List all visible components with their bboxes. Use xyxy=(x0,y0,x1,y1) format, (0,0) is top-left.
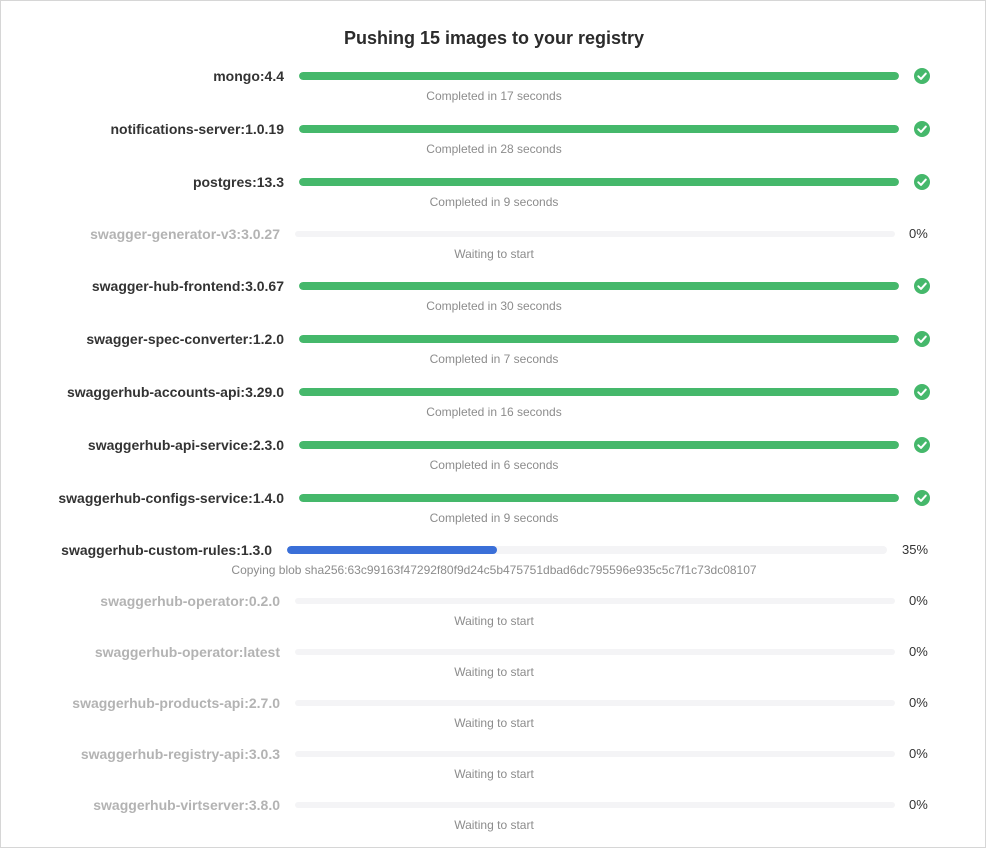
progress-track xyxy=(299,282,899,290)
status-text: Waiting to start xyxy=(454,614,534,628)
progress-track xyxy=(295,649,895,655)
progress-percent: 0% xyxy=(909,644,928,659)
progress-fill xyxy=(299,335,899,343)
image-row: swagger-generator-v3:3.0.27 0% Waiting to … xyxy=(1,227,986,274)
image-name: swaggerhub-custom-rules:1.3.0 xyxy=(61,542,272,558)
image-row: swaggerhub-configs-service:1.4.0 Complete… xyxy=(1,490,986,538)
progress-track xyxy=(295,700,895,706)
check-circle-icon xyxy=(914,331,930,347)
check-circle-icon xyxy=(914,384,930,400)
check-circle-icon xyxy=(914,490,930,506)
progress-track xyxy=(287,546,887,554)
image-name: swagger-spec-converter:1.2.0 xyxy=(86,331,284,347)
image-row: swaggerhub-api-service:2.3.0 Completed in… xyxy=(1,437,986,485)
image-name: swaggerhub-accounts-api:3.29.0 xyxy=(66,384,284,400)
progress-track xyxy=(295,802,895,808)
progress-track xyxy=(295,598,895,604)
progress-fill xyxy=(299,282,899,290)
status-text: Waiting to start xyxy=(454,818,534,832)
status-text: Completed in 9 seconds xyxy=(429,511,559,525)
image-name: swaggerhub-operator:0.2.0 xyxy=(100,593,280,609)
status-text: Waiting to start xyxy=(454,767,534,781)
progress-percent: 35% xyxy=(902,542,929,557)
status-text: Completed in 6 seconds xyxy=(429,458,559,472)
image-row: swaggerhub-custom-rules:1.3.0 35% Copying … xyxy=(1,543,986,590)
image-row: mongo:4.4 Completed in 17 seconds xyxy=(1,68,986,116)
image-row: swagger-spec-converter:1.2.0 Completed in… xyxy=(1,331,986,379)
status-text: Completed in 9 seconds xyxy=(429,195,559,209)
status-text: Waiting to start xyxy=(454,716,534,730)
image-name: notifications-server:1.0.19 xyxy=(110,121,284,137)
progress-fill xyxy=(299,178,899,186)
progress-track xyxy=(299,178,899,186)
status-text: Completed in 16 seconds xyxy=(426,405,562,419)
progress-fill xyxy=(287,546,497,554)
progress-percent: 0% xyxy=(909,695,928,710)
status-text: Copying blob sha256:63c99163f47292f80f9d… xyxy=(231,563,757,577)
check-circle-icon xyxy=(914,121,930,137)
progress-fill xyxy=(299,72,899,80)
progress-percent: 0% xyxy=(909,226,928,241)
status-text: Completed in 30 seconds xyxy=(426,299,562,313)
image-row: swaggerhub-operator:0.2.0 0% Waiting to st… xyxy=(1,594,986,641)
progress-track xyxy=(299,494,899,502)
check-circle-icon xyxy=(914,174,930,190)
progress-track xyxy=(295,231,895,237)
push-progress-dialog: Pushing 15 images to your registry mongo… xyxy=(0,0,986,848)
status-text: Completed in 28 seconds xyxy=(426,142,562,156)
check-circle-icon xyxy=(914,68,930,84)
status-text: Completed in 7 seconds xyxy=(429,352,559,366)
image-row: swaggerhub-registry-api:3.0.3 0% Waiting t… xyxy=(1,747,986,794)
status-text: Waiting to start xyxy=(454,665,534,679)
image-name: postgres:13.3 xyxy=(192,174,284,190)
progress-track xyxy=(299,441,899,449)
image-name: swaggerhub-registry-api:3.0.3 xyxy=(80,746,280,762)
progress-percent: 0% xyxy=(909,797,928,812)
progress-fill xyxy=(299,125,899,133)
status-text: Completed in 17 seconds xyxy=(426,89,562,103)
image-row: swagger-hub-frontend:3.0.67 Completed in … xyxy=(1,278,986,326)
image-row: swaggerhub-accounts-api:3.29.0 Completed … xyxy=(1,384,986,432)
image-row: postgres:13.3 Completed in 9 seconds xyxy=(1,174,986,222)
image-row: swaggerhub-operator:latest 0% Waiting to s… xyxy=(1,645,986,692)
image-name: swaggerhub-api-service:2.3.0 xyxy=(87,437,284,453)
image-row: swaggerhub-products-api:2.7.0 0% Waiting t… xyxy=(1,696,986,743)
image-row: notifications-server:1.0.19 Completed in … xyxy=(1,121,986,169)
image-name: mongo:4.4 xyxy=(213,68,284,84)
status-text: Waiting to start xyxy=(454,247,534,261)
image-name: swaggerhub-configs-service:1.4.0 xyxy=(58,490,284,506)
image-row: swaggerhub-virtserver:3.8.0 0% Waiting to … xyxy=(1,798,986,845)
progress-track xyxy=(299,388,899,396)
progress-track xyxy=(299,72,899,80)
progress-percent: 0% xyxy=(909,593,928,608)
image-name: swaggerhub-products-api:2.7.0 xyxy=(72,695,280,711)
progress-track xyxy=(299,125,899,133)
dialog-title: Pushing 15 images to your registry xyxy=(343,28,645,48)
image-name: swaggerhub-virtserver:3.8.0 xyxy=(93,797,280,813)
progress-fill xyxy=(299,494,899,502)
image-name: swagger-generator-v3:3.0.27 xyxy=(90,226,280,242)
progress-fill xyxy=(299,441,899,449)
progress-fill xyxy=(299,388,899,396)
image-name: swaggerhub-operator:latest xyxy=(94,644,280,660)
check-circle-icon xyxy=(914,278,930,294)
progress-track xyxy=(299,335,899,343)
progress-track xyxy=(295,751,895,757)
check-circle-icon xyxy=(914,437,930,453)
image-name: swagger-hub-frontend:3.0.67 xyxy=(91,278,284,294)
progress-percent: 0% xyxy=(909,746,928,761)
